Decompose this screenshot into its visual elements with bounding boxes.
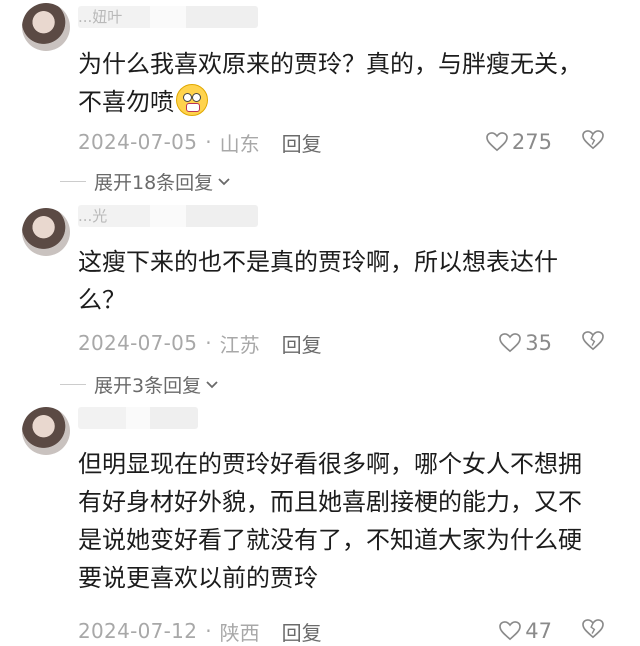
comment-meta: 2024-07-12 · 陕西 回复 47	[78, 617, 628, 645]
expand-replies-label: 展开3条回复	[94, 375, 202, 397]
dislike-button[interactable]	[582, 330, 604, 356]
expand-replies-button[interactable]: 展开3条回复	[60, 371, 219, 398]
divider	[60, 181, 86, 182]
separator: ·	[205, 619, 212, 643]
username[interactable]	[78, 407, 198, 429]
dislike-button[interactable]	[582, 618, 604, 644]
comment-meta: 2024-07-05 · 山东 回复 275	[78, 128, 628, 156]
separator: ·	[205, 130, 212, 154]
dislike-button[interactable]	[582, 129, 604, 155]
comment-date: 2024-07-05	[78, 130, 198, 154]
comment-location: 陕西	[219, 620, 260, 645]
like-count: 35	[525, 331, 552, 355]
grimace-emoji-icon	[176, 84, 208, 116]
expand-replies-button[interactable]: 展开18条回复	[60, 168, 231, 195]
reply-button[interactable]: 回复	[282, 329, 322, 358]
like-button[interactable]: 35	[499, 331, 552, 355]
comment-location: 山东	[219, 131, 260, 156]
comment-text: 这瘦下来的也不是真的贾玲啊，所以想表达什 么？	[78, 248, 558, 314]
divider	[60, 384, 86, 385]
expand-replies-label: 展开18条回复	[94, 172, 214, 194]
heart-outline-icon	[499, 621, 522, 641]
heart-outline-icon	[499, 333, 522, 353]
heart-outline-icon	[486, 132, 508, 152]
chevron-down-icon	[206, 380, 218, 388]
like-button[interactable]: 47	[499, 619, 552, 643]
broken-heart-icon	[582, 129, 604, 149]
comment-text: 但明显现在的贾玲好看很多啊，哪个女人不想拥 有好身材好外貌，而且她喜剧接梗的能力…	[78, 450, 582, 592]
username[interactable]: ...光	[78, 205, 258, 227]
reply-button[interactable]: 回复	[282, 617, 322, 646]
avatar[interactable]	[22, 3, 70, 51]
like-count: 275	[511, 130, 552, 154]
broken-heart-icon	[582, 330, 604, 350]
like-button[interactable]: 275	[486, 130, 552, 154]
comment-text: 为什么我喜欢原来的贾玲？真的，与胖瘦无关， 不喜勿喷	[78, 45, 618, 121]
comment-meta: 2024-07-05 · 江苏 回复 35	[78, 329, 628, 357]
reply-button[interactable]: 回复	[282, 128, 322, 157]
comment-location: 江苏	[219, 332, 260, 357]
broken-heart-icon	[582, 618, 604, 638]
comment-body: 为什么我喜欢原来的贾玲？真的，与胖瘦无关， 不喜勿喷	[78, 50, 582, 116]
comment-date: 2024-07-05	[78, 331, 198, 355]
like-count: 47	[525, 619, 552, 643]
separator: ·	[205, 331, 212, 355]
comment-date: 2024-07-12	[78, 619, 198, 643]
avatar[interactable]	[22, 208, 70, 256]
username[interactable]: ...妞叶	[78, 6, 258, 28]
chevron-down-icon	[218, 177, 230, 185]
avatar[interactable]	[22, 407, 70, 455]
